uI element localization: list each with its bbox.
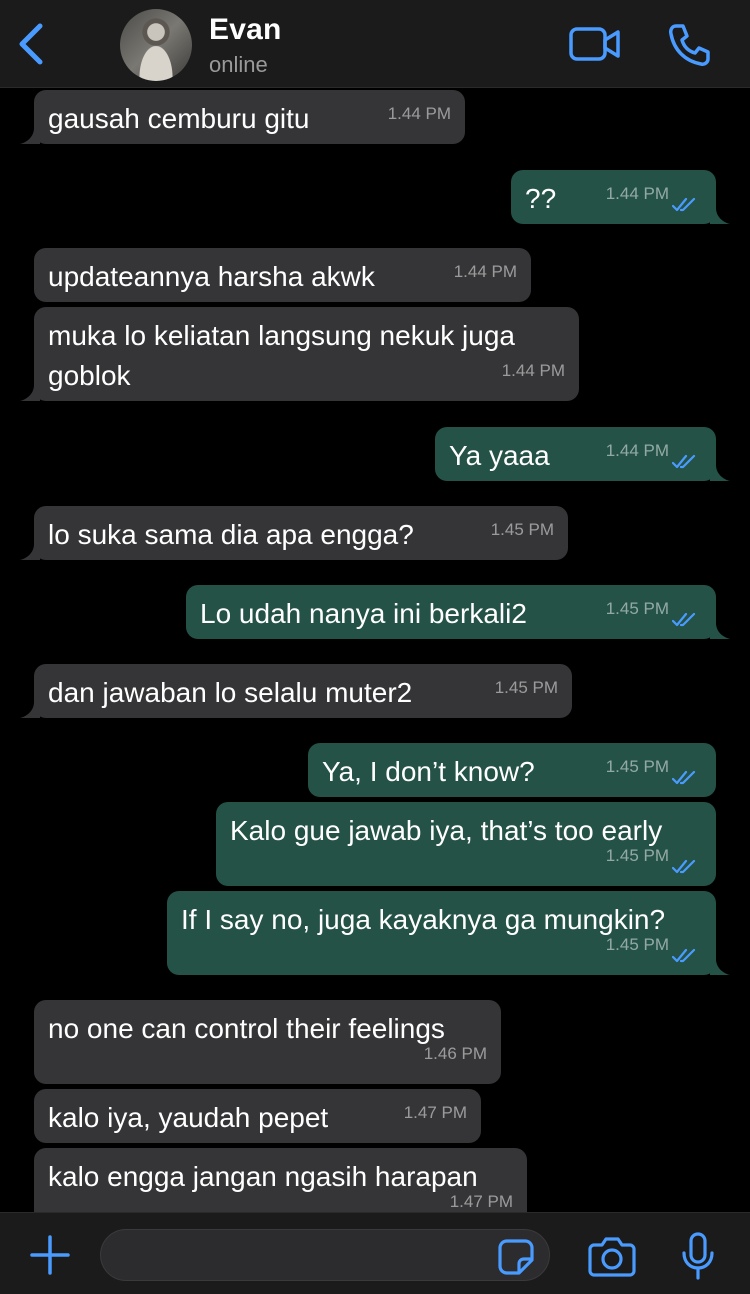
read-receipt-icon	[672, 454, 696, 469]
plus-icon	[30, 1235, 70, 1275]
back-button[interactable]	[14, 20, 48, 68]
contact-avatar[interactable]	[120, 9, 192, 81]
microphone-icon	[682, 1232, 714, 1280]
voice-call-button[interactable]	[666, 22, 712, 68]
message-text: If I say no, juga kayaknya ga mungkin?	[181, 904, 666, 935]
message-composer	[0, 1212, 750, 1294]
message-text: muka lo keliatan langsung nekuk juga	[48, 320, 515, 351]
message-time: 1.44 PM	[605, 184, 669, 203]
message-text: Kalo gue jawab iya, that’s too early	[230, 815, 663, 846]
incoming-message[interactable]: gausah cemburu gitu 1.44 PM	[20, 90, 465, 144]
incoming-message[interactable]: lo suka sama dia apa engga? 1.45 PM	[20, 506, 568, 560]
message-text: kalo iya, yaudah pepet	[48, 1102, 329, 1133]
message-time: 1.44 PM	[453, 262, 517, 281]
message-time: 1.44 PM	[387, 104, 451, 123]
message-time: 1.44 PM	[501, 361, 565, 380]
message-input[interactable]	[100, 1229, 550, 1281]
video-call-icon	[569, 27, 620, 61]
sticker-button[interactable]	[497, 1238, 535, 1276]
outgoing-message[interactable]: Ya yaaa 1.44 PM	[435, 427, 730, 481]
message-time: 1.45 PM	[605, 935, 669, 954]
contact-status: online	[209, 52, 268, 77]
message-text-line-2: goblok	[48, 360, 131, 391]
message-text: lo suka sama dia apa engga?	[48, 519, 414, 550]
outgoing-message[interactable]: Kalo gue jawab iya, that’s too early 1.4…	[216, 802, 716, 886]
sticker-icon	[498, 1239, 534, 1275]
message-text: kalo engga jangan ngasih harapan	[48, 1161, 478, 1192]
message-text: gausah cemburu gitu	[48, 103, 310, 134]
voice-call-icon	[669, 24, 710, 66]
camera-button[interactable]	[588, 1235, 636, 1277]
read-receipt-icon	[672, 612, 696, 627]
read-receipt-icon	[672, 197, 696, 212]
incoming-message[interactable]: muka lo keliatan langsung nekuk juga gob…	[20, 307, 579, 401]
incoming-message[interactable]: dan jawaban lo selalu muter2 1.45 PM	[20, 664, 572, 718]
message-text: no one can control their feelings	[48, 1013, 445, 1044]
message-time: 1.47 PM	[449, 1192, 513, 1211]
message-text: Ya yaaa	[449, 440, 550, 471]
message-time: 1.45 PM	[490, 520, 554, 539]
outgoing-message[interactable]: If I say no, juga kayaknya ga mungkin? 1…	[167, 891, 730, 975]
message-time: 1.47 PM	[403, 1103, 467, 1122]
attach-button[interactable]	[28, 1233, 72, 1277]
message-list[interactable]: gausah cemburu gitu 1.44 PM ?? 1.44 PM u…	[0, 88, 750, 1212]
incoming-message[interactable]: no one can control their feelings 1.46 P…	[34, 1000, 501, 1084]
read-receipt-icon	[672, 859, 696, 874]
chat-header: Evan online	[0, 0, 750, 88]
message-time: 1.45 PM	[605, 757, 669, 776]
message-time: 1.45 PM	[605, 846, 669, 865]
video-call-button[interactable]	[568, 24, 622, 64]
message-text: Lo udah nanya ini berkali2	[200, 598, 527, 629]
back-chevron-icon	[19, 23, 43, 65]
message-text: updateannya harsha akwk	[48, 261, 375, 292]
incoming-message[interactable]: kalo iya, yaudah pepet 1.47 PM	[34, 1089, 481, 1143]
outgoing-message[interactable]: Ya, I don’t know? 1.45 PM	[308, 743, 716, 797]
message-time: 1.44 PM	[605, 441, 669, 460]
message-text: dan jawaban lo selalu muter2	[48, 677, 413, 708]
outgoing-message[interactable]: Lo udah nanya ini berkali2 1.45 PM	[186, 585, 730, 639]
message-time: 1.45 PM	[494, 678, 558, 697]
camera-icon	[588, 1237, 636, 1277]
incoming-message[interactable]: updateannya harsha akwk 1.44 PM	[34, 248, 531, 302]
message-text: ??	[525, 183, 557, 214]
outgoing-message[interactable]: ?? 1.44 PM	[511, 170, 730, 224]
read-receipt-icon	[672, 770, 696, 785]
message-text: Ya, I don’t know?	[322, 756, 535, 787]
incoming-message[interactable]: kalo engga jangan ngasih harapan 1.47 PM	[34, 1148, 527, 1212]
message-time: 1.45 PM	[605, 599, 669, 618]
contact-name[interactable]: Evan	[209, 13, 282, 47]
voice-message-button[interactable]	[680, 1231, 716, 1281]
message-time: 1.46 PM	[423, 1044, 487, 1063]
read-receipt-icon	[672, 948, 696, 963]
